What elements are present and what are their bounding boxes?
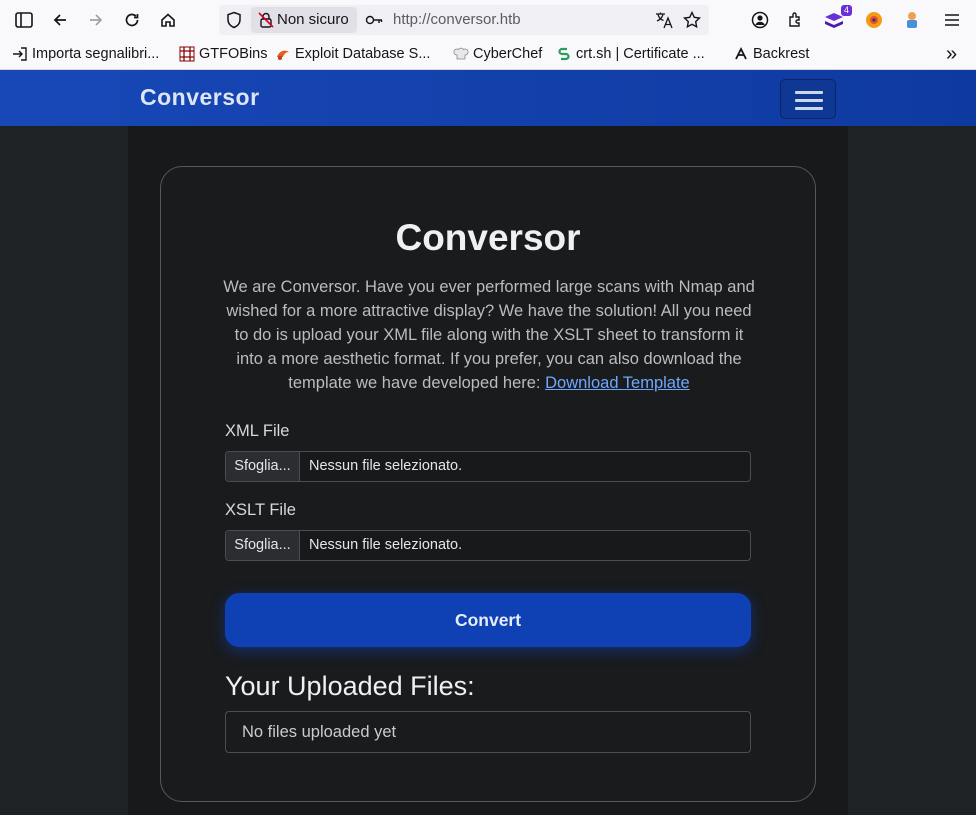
bookmark-cyberchef[interactable]: CyberChef [453, 40, 542, 68]
bookmark-label: Exploit Database S... [295, 46, 431, 62]
tracking-shield-icon[interactable] [225, 11, 243, 29]
xml-file-label: XML File [225, 422, 290, 440]
converter-card: Conversor We are Conversor. Have you eve… [160, 166, 816, 802]
security-indicator[interactable]: Non sicuro [251, 7, 357, 33]
bookmark-crtsh[interactable]: crt.sh | Certificate ... [556, 40, 705, 68]
bookmarks-overflow-button[interactable]: » [946, 40, 957, 68]
extensions-icon[interactable] [784, 8, 808, 32]
forward-icon[interactable] [84, 8, 108, 32]
extension-burst-icon[interactable] [862, 8, 886, 32]
sidebar-toggle-icon[interactable] [12, 8, 36, 32]
exploit-db-icon [277, 50, 289, 60]
bookmark-label: Backrest [753, 46, 810, 62]
xml-file-input[interactable]: Sfoglia... Nessun file selezionato. [225, 451, 751, 482]
navbar-brand[interactable]: Conversor [140, 84, 260, 111]
xslt-file-label: XSLT File [225, 501, 296, 519]
site-navbar: Conversor [0, 70, 976, 126]
bookmark-label: GTFOBins [199, 46, 268, 62]
hamburger-line [795, 91, 823, 94]
bookmark-import[interactable]: Importa segnalibri... [12, 40, 159, 68]
xslt-file-name: Nessun file selezionato. [309, 537, 463, 553]
import-icon [13, 47, 27, 61]
bookmark-backrest[interactable]: Backrest [733, 40, 809, 68]
bookmark-label: CyberChef [473, 46, 543, 62]
card-description: We are Conversor. Have you ever performe… [221, 275, 757, 395]
convert-button[interactable]: Convert [225, 593, 751, 647]
back-icon[interactable] [48, 8, 72, 32]
translate-icon[interactable] [655, 11, 673, 29]
download-template-link[interactable]: Download Template [545, 374, 690, 392]
security-label: Non sicuro [277, 11, 349, 28]
menu-icon[interactable] [940, 8, 964, 32]
hamburger-line [795, 99, 823, 102]
extension-badge: 4 [840, 5, 852, 16]
backrest-icon [735, 46, 747, 60]
bookmark-star-icon[interactable] [683, 11, 701, 29]
xml-file-name: Nessun file selezionato. [309, 458, 463, 474]
uploaded-files-list: No files uploaded yet [225, 711, 751, 753]
url-text[interactable]: http://conversor.htb [393, 5, 521, 35]
hamburger-line [795, 107, 823, 110]
navbar-toggle-button[interactable] [780, 79, 836, 119]
reload-icon[interactable] [120, 8, 144, 32]
bookmark-label: Importa segnalibri... [32, 46, 160, 62]
browser-toolbar: Non sicuro http://conversor.htb 4 [0, 0, 976, 40]
extension-purple-icon[interactable]: 4 [822, 5, 852, 32]
bookmark-label: crt.sh | Certificate ... [576, 46, 705, 62]
xslt-file-input[interactable]: Sfoglia... Nessun file selezionato. [225, 530, 751, 561]
extension-wappalyzer-icon[interactable] [900, 8, 924, 32]
insecure-lock-icon [258, 12, 274, 28]
gtfobins-icon [179, 46, 195, 62]
xml-browse-button[interactable]: Sfoglia... [226, 452, 300, 481]
uploaded-files-heading: Your Uploaded Files: [225, 671, 475, 701]
bookmarks-bar: Importa segnalibri... GTFOBins Exploit D… [0, 40, 976, 70]
account-icon[interactable] [748, 8, 772, 32]
home-icon[interactable] [156, 8, 180, 32]
card-title: Conversor [395, 217, 581, 258]
cyberchef-icon [453, 47, 469, 60]
bookmark-gtfobins[interactable]: GTFOBins [179, 40, 267, 68]
url-bar[interactable]: Non sicuro http://conversor.htb [219, 5, 709, 35]
uploaded-files-empty-text: No files uploaded yet [242, 723, 397, 741]
bookmark-exploit-db[interactable]: Exploit Database S... [275, 40, 430, 68]
key-icon[interactable] [365, 12, 383, 28]
xslt-browse-button[interactable]: Sfoglia... [226, 531, 300, 560]
crtsh-icon [558, 47, 570, 61]
